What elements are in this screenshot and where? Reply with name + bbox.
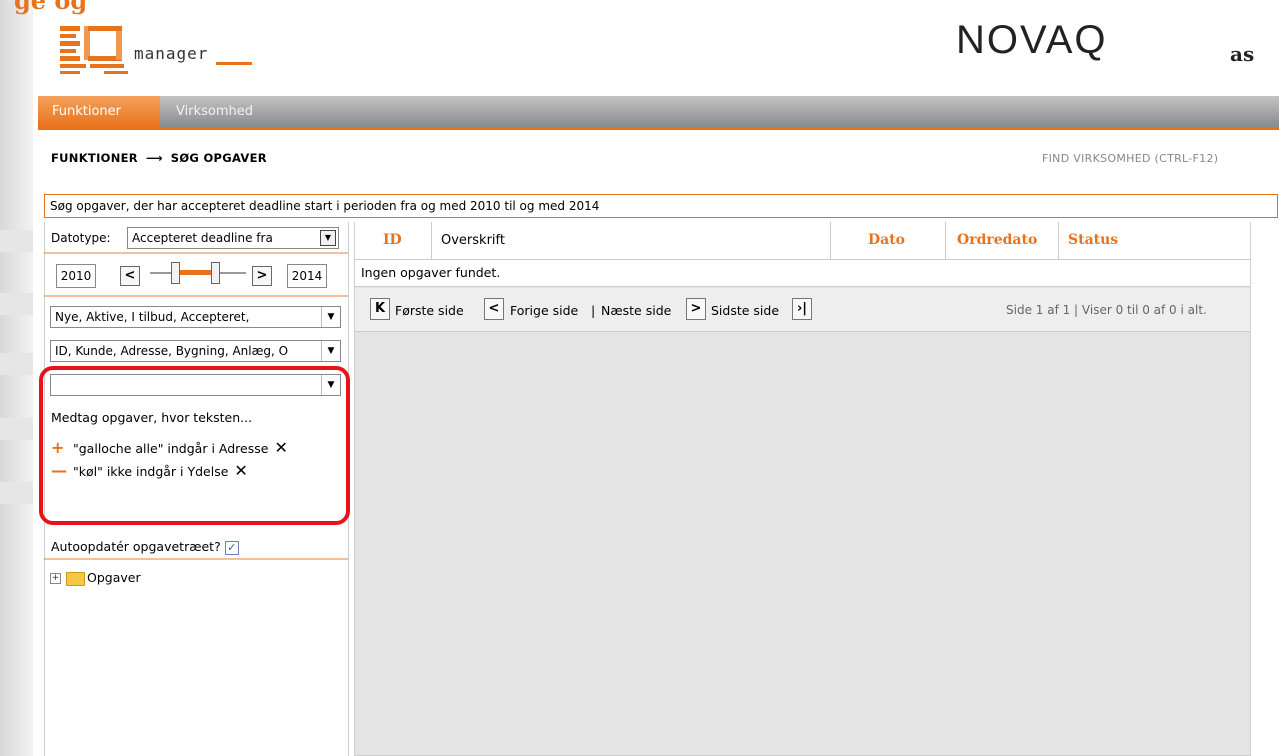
last-page-icon[interactable]: ›| — [792, 298, 812, 320]
page-heading-fragment: ge og — [14, 0, 88, 15]
breadcrumb-root[interactable]: FUNKTIONER — [51, 151, 138, 165]
next-page-icon[interactable]: > — [686, 298, 706, 320]
chevron-down-icon[interactable]: ▼ — [320, 230, 336, 246]
pager-separator: | — [591, 303, 596, 318]
brand-suffix: as — [1230, 42, 1255, 66]
search-summary: Søg opgaver, der har accepteret deadline… — [44, 194, 1278, 218]
tab-virksomhed[interactable]: Virksomhed — [162, 96, 267, 127]
column-ordredato[interactable]: Ordredato — [957, 222, 1037, 259]
logo-text: manager — [134, 44, 209, 63]
first-page-link[interactable]: Første side — [395, 303, 464, 318]
background-stripe — [0, 230, 33, 252]
fields-value: ID, Kunde, Adresse, Bygning, Anlæg, O — [55, 344, 289, 358]
find-company-link[interactable]: FIND VIRKSOMHED (CTRL-F12) — [1042, 152, 1218, 165]
background-stripe — [0, 293, 33, 315]
breadcrumb-arrow-icon: ⟶ — [145, 151, 163, 165]
chevron-down-icon[interactable]: ▼ — [321, 307, 340, 327]
folder-icon — [66, 571, 85, 586]
slider-thumb-start[interactable] — [171, 262, 180, 284]
column-status[interactable]: Status — [1068, 222, 1118, 259]
background-stripe — [0, 418, 33, 440]
status-value: Nye, Aktive, I tilbud, Accepteret, — [55, 310, 250, 324]
chevron-down-icon[interactable]: ▼ — [321, 341, 340, 361]
auto-update-label: Autoopdatér opgavetræet? — [51, 539, 221, 554]
column-dato[interactable]: Dato — [868, 222, 905, 259]
column-overskrift[interactable]: Overskrift — [441, 222, 505, 259]
prev-page-link[interactable]: Forige side — [510, 303, 578, 318]
column-separator — [830, 222, 831, 259]
year-prev-button[interactable]: < — [120, 266, 140, 286]
breadcrumb: FUNKTIONER ⟶ SØG OPGAVER — [51, 151, 267, 165]
tab-funktioner[interactable]: Funktioner — [38, 96, 160, 127]
task-tree: + Opgaver — [50, 570, 141, 586]
column-separator — [431, 222, 432, 259]
left-background — [0, 0, 33, 756]
brand-name: NOVAQ — [956, 18, 1108, 62]
background-stripe — [0, 353, 33, 375]
panel-divider — [44, 295, 348, 297]
tree-root-label[interactable]: Opgaver — [87, 570, 141, 585]
panel-divider — [44, 558, 348, 560]
slider-thumb-end[interactable] — [211, 262, 220, 284]
year-from-field[interactable]: 2010 — [56, 264, 96, 288]
pager-info: Side 1 af 1 | Viser 0 til 0 af 0 i alt. — [1006, 303, 1207, 317]
plus-expander-icon[interactable]: + — [50, 573, 61, 584]
panel-divider — [44, 252, 348, 254]
datatype-value: Accepteret deadline fra — [132, 231, 273, 245]
datatype-select[interactable]: Accepteret deadline fra ▼ — [127, 227, 339, 249]
empty-message: Ingen opgaver fundet. — [355, 260, 1250, 287]
breadcrumb-current: SØG OPGAVER — [170, 151, 267, 165]
column-id[interactable]: ID — [383, 222, 402, 259]
background-stripe — [0, 482, 33, 504]
fields-select[interactable]: ID, Kunde, Adresse, Bygning, Anlæg, O ▼ — [50, 340, 341, 362]
datatype-label: Datotype: — [51, 231, 111, 245]
status-select[interactable]: Nye, Aktive, I tilbud, Accepteret, ▼ — [50, 306, 341, 328]
year-to-field[interactable]: 2014 — [287, 264, 327, 288]
auto-update-option: Autoopdatér opgavetræet? ✓ — [51, 539, 239, 555]
column-separator — [1058, 222, 1059, 259]
last-page-link[interactable]: Sidste side — [711, 303, 779, 318]
main-menu-bar: Funktioner Virksomhed — [38, 96, 1279, 130]
next-page-link[interactable]: Næste side — [601, 303, 671, 318]
column-separator — [945, 222, 946, 259]
first-page-icon[interactable]: K — [370, 298, 390, 320]
highlight-annotation — [39, 366, 350, 525]
auto-update-checkbox[interactable]: ✓ — [224, 540, 239, 555]
prev-page-icon[interactable]: < — [484, 298, 504, 320]
year-next-button[interactable]: > — [252, 266, 272, 286]
